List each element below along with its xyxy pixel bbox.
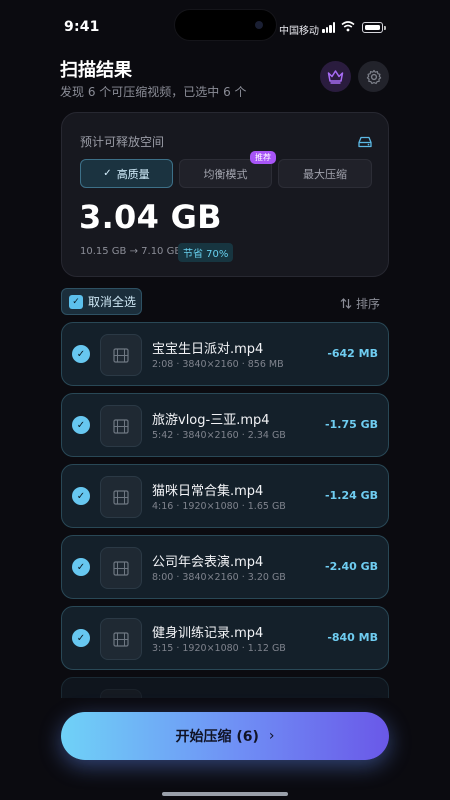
video-thumbnail <box>100 405 142 447</box>
video-saving: -2.40 GB <box>325 560 378 573</box>
check-icon[interactable]: ✓ <box>72 345 90 363</box>
video-meta: 2:08 · 3840×2160 · 856 MB <box>152 359 284 370</box>
film-icon <box>113 631 129 647</box>
video-name: 旅游vlog-三亚.mp4 <box>152 413 270 428</box>
size-change: 10.15 GB → 7.10 GB <box>80 246 182 257</box>
check-icon[interactable]: ✓ <box>72 416 90 434</box>
video-item[interactable]: ✓ 公司年会表演.mp4 8:00 · 3840×2160 · 3.20 GB … <box>61 535 389 599</box>
video-meta: 4:16 · 1920×1080 · 1.65 GB <box>152 501 286 512</box>
gear-icon <box>366 69 381 84</box>
video-meta: 3:15 · 1920×1080 · 1.12 GB <box>152 643 286 654</box>
video-meta: 5:42 · 3840×2160 · 2.34 GB <box>152 430 286 441</box>
video-thumbnail <box>100 689 142 698</box>
video-saving: -1.24 GB <box>325 489 378 502</box>
save-percent-badge: 节省 70% <box>178 243 234 262</box>
hard-drive-icon <box>358 133 372 152</box>
carrier-label: 中国移动 <box>279 26 319 37</box>
video-name: 宝宝生日派对.mp4 <box>152 342 264 357</box>
video-item[interactable]: ✓ 猫咪日常合集.mp4 4:16 · 1920×1080 · 1.65 GB … <box>61 464 389 528</box>
check-icon[interactable]: ✓ <box>72 558 90 576</box>
video-saving: -840 MB <box>327 631 378 644</box>
check-icon[interactable]: ✓ <box>72 629 90 647</box>
status-time: 9:41 <box>64 19 100 35</box>
video-list: ✓ 宝宝生日派对.mp4 2:08 · 3840×2160 · 856 MB -… <box>61 322 389 698</box>
check-icon: ✓ <box>103 168 112 179</box>
video-name: 公司年会表演.mp4 <box>152 555 264 570</box>
sort-arrows-icon <box>340 298 352 309</box>
home-indicator <box>162 792 288 796</box>
savings-size: 3.04 GB <box>79 198 222 236</box>
status-bar: 9:41 中国移动 <box>0 0 450 54</box>
savings-card: 预计可释放空间 ✓ 高质量 均衡模式 最大压缩 推荐 3.04 GB 10.15 … <box>61 112 389 277</box>
mode-high-quality[interactable]: ✓ 高质量 <box>80 159 173 188</box>
chevron-right-icon: › <box>268 728 275 744</box>
film-icon <box>113 489 129 505</box>
film-icon <box>113 347 129 363</box>
video-name: 健身训练记录.mp4 <box>152 626 264 641</box>
premium-button[interactable] <box>320 61 351 92</box>
page-subtitle: 发现 6 个可压缩视频，已选中 6 个 <box>60 85 247 99</box>
check-icon[interactable]: ✓ <box>72 487 90 505</box>
settings-button[interactable] <box>358 61 389 92</box>
video-thumbnail <box>100 334 142 376</box>
recommended-badge: 推荐 <box>250 151 276 164</box>
sort-button[interactable]: 排序 <box>340 295 380 312</box>
video-item[interactable]: ✓ 旅游vlog-三亚.mp4 5:42 · 3840×2160 · 2.34 … <box>61 393 389 457</box>
start-compress-button[interactable]: 开始压缩 (6) › <box>61 712 389 760</box>
battery-icon <box>362 22 383 33</box>
video-item[interactable]: ✓ 健身训练记录.mp4 3:15 · 1920×1080 · 1.12 GB … <box>61 606 389 670</box>
dynamic-island <box>174 9 277 41</box>
video-item[interactable] <box>61 677 389 698</box>
savings-label: 预计可释放空间 <box>80 135 165 149</box>
check-icon: ✓ <box>69 294 83 309</box>
video-name: 猫咪日常合集.mp4 <box>152 484 264 499</box>
signal-icon <box>322 22 336 33</box>
film-icon <box>113 560 129 576</box>
video-thumbnail <box>100 476 142 518</box>
page-title: 扫描结果 <box>60 60 132 81</box>
video-item[interactable]: ✓ 宝宝生日派对.mp4 2:08 · 3840×2160 · 856 MB -… <box>61 322 389 386</box>
compression-mode-selector: ✓ 高质量 均衡模式 最大压缩 推荐 <box>80 151 372 188</box>
video-saving: -1.75 GB <box>325 418 378 431</box>
video-meta: 8:00 · 3840×2160 · 3.20 GB <box>152 572 286 583</box>
deselect-all-button[interactable]: ✓ 取消全选 <box>61 288 142 315</box>
mode-max-compression[interactable]: 最大压缩 <box>278 159 372 188</box>
video-thumbnail <box>100 618 142 660</box>
crown-icon <box>327 70 344 84</box>
wifi-icon <box>341 20 355 35</box>
video-thumbnail <box>100 547 142 589</box>
film-icon <box>113 418 129 434</box>
video-saving: -642 MB <box>327 347 378 360</box>
